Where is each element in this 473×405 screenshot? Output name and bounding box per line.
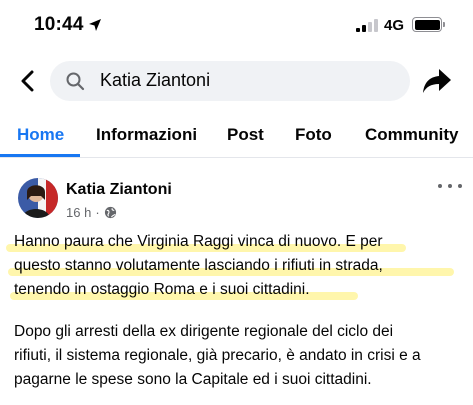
post-author[interactable]: Katia Ziantoni <box>66 181 172 199</box>
post-header: Katia Ziantoni 16 h · <box>0 172 473 228</box>
post-line: questo stanno volutamente lasciando i ri… <box>14 257 383 274</box>
status-time: 10:44 <box>34 14 84 35</box>
back-button[interactable] <box>14 66 40 96</box>
battery-icon <box>412 17 442 32</box>
more-options-icon[interactable] <box>438 180 462 192</box>
globe-icon <box>104 206 116 219</box>
network-label: 4G <box>384 17 405 34</box>
search-input[interactable]: Katia Ziantoni <box>50 61 410 101</box>
tab-foto[interactable]: Foto <box>295 125 332 145</box>
tab-community[interactable]: Community <box>365 125 459 145</box>
post-time: 16 h <box>66 205 92 220</box>
avatar[interactable] <box>18 178 58 218</box>
post-paragraph-highlighted: Hanno paura che Virginia Raggi vinca di … <box>6 230 464 302</box>
avatar-image <box>18 178 58 218</box>
search-query: Katia Ziantoni <box>100 70 211 90</box>
post-line: pagarne le spese sono la Capitale ed i s… <box>14 371 372 388</box>
post-line: Hanno paura che Virginia Raggi vinca di … <box>14 233 383 250</box>
tab-post[interactable]: Post <box>227 125 264 145</box>
status-bar: 10:44 4G <box>0 0 473 52</box>
post-paragraph: Dopo gli arresti della ex dirigente regi… <box>14 320 464 392</box>
active-tab-indicator <box>0 154 80 157</box>
location-arrow-icon <box>89 19 101 31</box>
battery-cap <box>443 22 445 27</box>
post-meta: 16 h · <box>66 205 117 220</box>
meta-separator: · <box>95 205 100 220</box>
post-line: rifiuti, il sistema regionale, già preca… <box>14 347 421 364</box>
signal-icon <box>356 19 378 32</box>
post-line: Dopo gli arresti della ex dirigente regi… <box>14 323 394 340</box>
back-arrow-icon <box>21 70 34 92</box>
post-line: tenendo in ostaggio Roma e i suoi cittad… <box>14 281 310 298</box>
tab-home[interactable]: Home <box>17 125 64 145</box>
tab-informazioni[interactable]: Informazioni <box>96 125 197 145</box>
search-icon <box>66 72 85 91</box>
search-row: Katia Ziantoni <box>0 58 473 104</box>
post-body: Hanno paura che Virginia Raggi vinca di … <box>6 230 464 392</box>
profile-tabs: Home Informazioni Post Foto Community <box>0 118 473 158</box>
share-icon[interactable] <box>421 66 453 96</box>
